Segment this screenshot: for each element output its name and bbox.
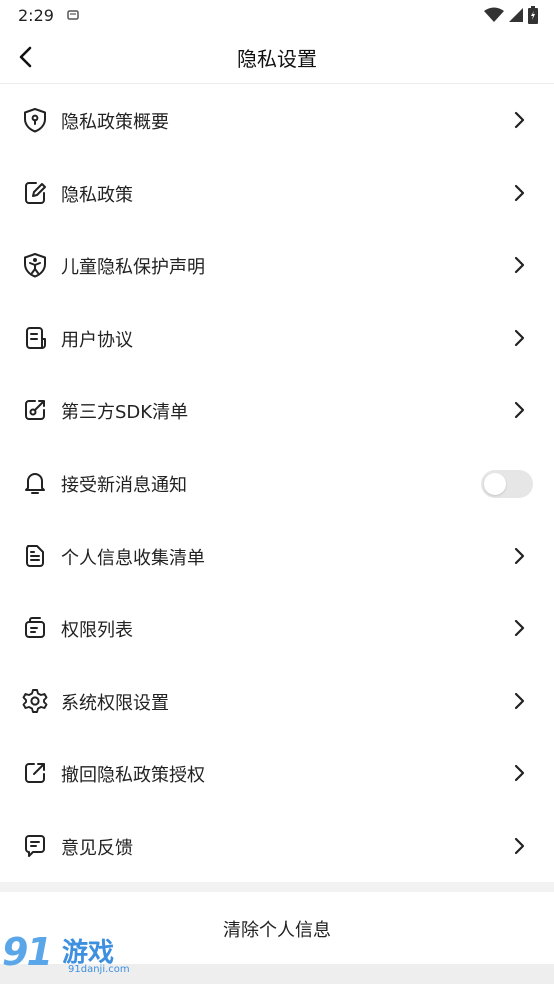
notification-toggle[interactable] [481, 469, 533, 498]
battery-icon [528, 6, 538, 24]
chevron-right-icon [514, 837, 525, 855]
menu-item-label: 权限列表 [61, 620, 133, 642]
chevron-right-icon [514, 547, 525, 564]
menu-item-permission-list[interactable]: 权限列表 [0, 592, 554, 665]
menu-item-label: 隐私政策 [61, 184, 133, 206]
external-edit-icon [25, 400, 45, 421]
menu-item-label: 接受新消息通知 [61, 474, 187, 496]
menu-item-label: 意见反馈 [61, 837, 133, 859]
menu-item-label: 儿童隐私保护声明 [61, 257, 205, 279]
menu-item-privacy-policy[interactable]: 隐私政策 [0, 157, 554, 230]
status-time: 2:29 [18, 6, 54, 25]
child-shield-icon [24, 253, 46, 278]
notification-icon [67, 10, 79, 20]
chevron-right-icon [514, 692, 525, 709]
chevron-right-icon [514, 765, 525, 782]
menu-item-revoke-authorization[interactable]: 撤回隐私政策授权 [0, 737, 554, 810]
chevron-right-icon [514, 402, 525, 419]
status-indicators [484, 6, 538, 24]
share-out-icon [25, 763, 45, 784]
chevron-right-icon [514, 111, 525, 129]
site-watermark-logo: 91 游戏 91danji.com [2, 930, 136, 982]
edit-note-icon [25, 181, 46, 204]
menu-item-label: 隐私政策概要 [61, 112, 169, 133]
menu-item-feedback[interactable]: 意见反馈 [0, 810, 554, 883]
menu-item-label: 个人信息收集清单 [61, 547, 205, 569]
shield-lock-icon [24, 108, 46, 133]
chevron-right-icon [514, 184, 525, 201]
section-divider [0, 882, 554, 892]
page-title: 隐私设置 [237, 47, 317, 71]
feedback-icon [25, 834, 45, 857]
gear-icon [22, 688, 48, 713]
menu-item-label: 第三方SDK清单 [61, 402, 189, 424]
permission-icon [25, 617, 45, 639]
chevron-right-icon [514, 329, 525, 346]
app-header: 隐私设置 [0, 32, 554, 84]
menu-item-notifications: 接受新消息通知 [0, 447, 554, 520]
wifi-icon [484, 7, 504, 22]
toggle-knob [484, 472, 506, 495]
chevron-right-icon [514, 257, 525, 274]
menu-item-child-privacy[interactable]: 儿童隐私保护声明 [0, 229, 554, 302]
status-bar: 2:29 [0, 0, 554, 32]
menu-item-personal-info-list[interactable]: 个人信息收集清单 [0, 520, 554, 593]
menu-item-label: 撤回隐私政策授权 [61, 765, 205, 787]
document-icon [26, 326, 46, 349]
watermark-url: 91danji.com [68, 964, 130, 975]
menu-item-privacy-summary[interactable]: 隐私政策概要 [0, 84, 554, 157]
watermark-number: 91 [2, 930, 53, 974]
menu-item-user-agreement[interactable]: 用户协议 [0, 302, 554, 375]
signal-icon [509, 8, 523, 22]
menu-item-label: 系统权限设置 [61, 692, 169, 714]
file-list-icon [26, 544, 44, 567]
menu-item-system-permissions[interactable]: 系统权限设置 [0, 665, 554, 738]
chevron-right-icon [514, 620, 525, 637]
menu-item-label: 用户协议 [61, 329, 133, 351]
bell-icon [25, 472, 45, 494]
menu-item-sdk-list[interactable]: 第三方SDK清单 [0, 374, 554, 447]
settings-menu: 隐私政策概要 隐私政策 儿童隐私保护声明 用户协议 第三方SDK清单 接受新消息… [0, 84, 554, 883]
